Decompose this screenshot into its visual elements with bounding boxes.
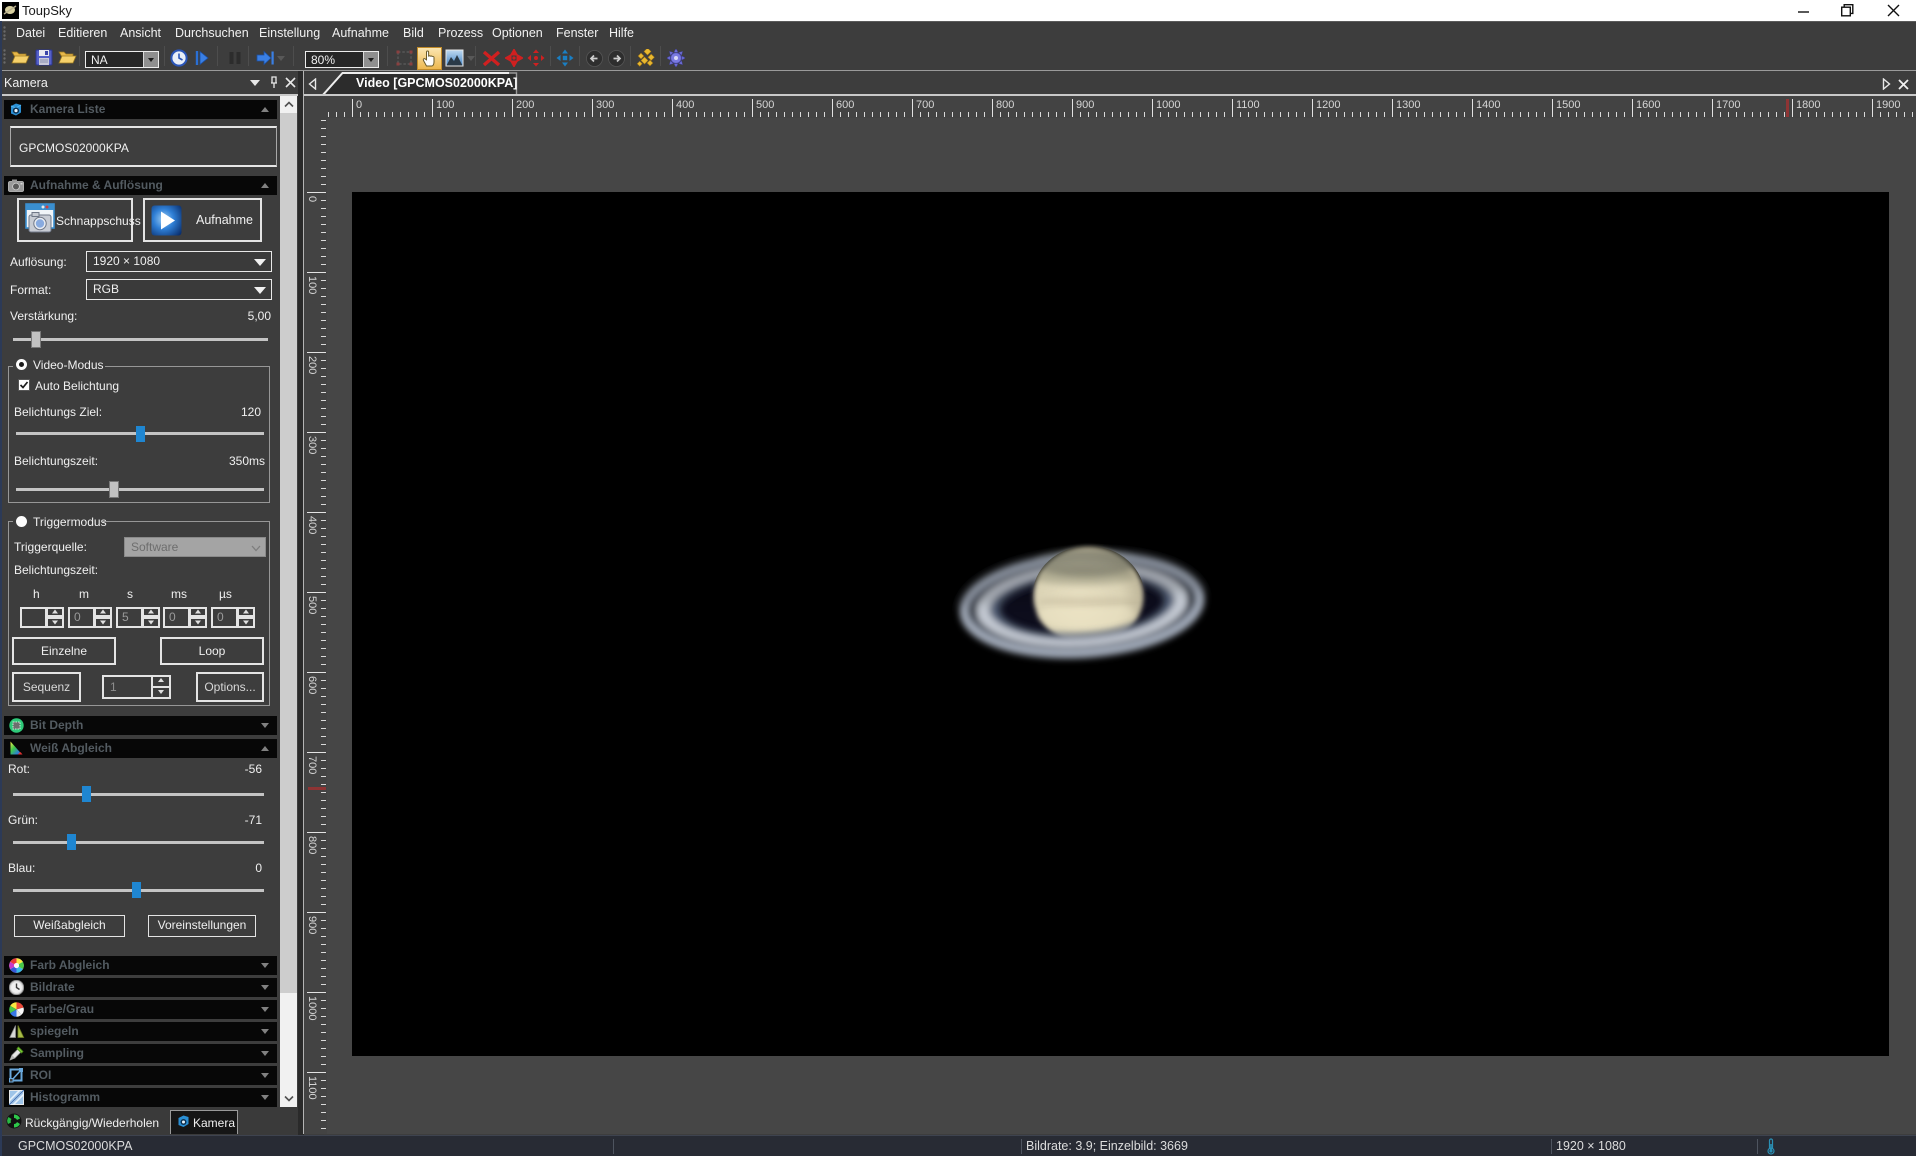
- svg-text:0: 0: [356, 99, 362, 111]
- svg-text:500: 500: [306, 596, 318, 614]
- svg-text:600: 600: [836, 99, 854, 111]
- svg-text:400: 400: [306, 516, 318, 534]
- svg-text:800: 800: [306, 836, 318, 854]
- svg-text:100: 100: [306, 276, 318, 294]
- svg-text:600: 600: [306, 676, 318, 694]
- svg-text:800: 800: [996, 99, 1014, 111]
- svg-text:900: 900: [306, 916, 318, 934]
- svg-text:1100: 1100: [306, 1076, 318, 1100]
- svg-text:1600: 1600: [1636, 99, 1660, 111]
- svg-text:0: 0: [306, 196, 318, 202]
- svg-text:300: 300: [306, 436, 318, 454]
- svg-text:200: 200: [516, 99, 534, 111]
- svg-text:1300: 1300: [1396, 99, 1420, 111]
- svg-text:300: 300: [596, 99, 614, 111]
- svg-text:200: 200: [306, 356, 318, 374]
- svg-text:500: 500: [756, 99, 774, 111]
- svg-text:400: 400: [676, 99, 694, 111]
- svg-text:1500: 1500: [1556, 99, 1580, 111]
- svg-text:1000: 1000: [1156, 99, 1180, 111]
- svg-text:1200: 1200: [1316, 99, 1340, 111]
- svg-text:900: 900: [1076, 99, 1094, 111]
- svg-text:1800: 1800: [1796, 99, 1820, 111]
- svg-text:700: 700: [916, 99, 934, 111]
- svg-text:100: 100: [436, 99, 454, 111]
- svg-text:1000: 1000: [306, 996, 318, 1020]
- svg-text:700: 700: [306, 756, 318, 774]
- svg-text:1900: 1900: [1876, 99, 1900, 111]
- svg-text:1700: 1700: [1716, 99, 1740, 111]
- svg-text:1100: 1100: [1236, 99, 1260, 111]
- svg-text:1400: 1400: [1476, 99, 1500, 111]
